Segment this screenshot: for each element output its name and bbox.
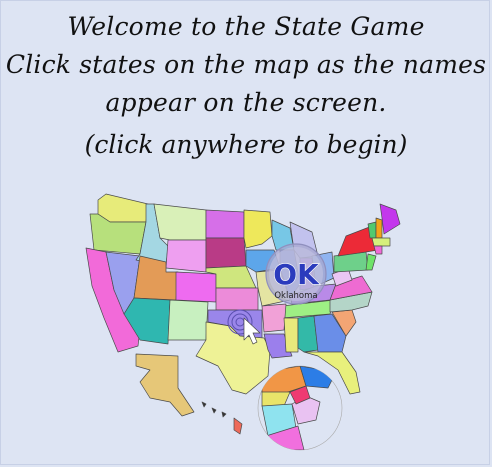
state-massachusetts[interactable] — [371, 237, 391, 247]
state-washington[interactable] — [97, 193, 149, 223]
us-map[interactable]: OK Oklahoma — [0, 0, 492, 467]
state-connecticut[interactable] — [373, 245, 383, 255]
state-new-mexico[interactable] — [167, 299, 209, 341]
state-new-jersey[interactable] — [365, 253, 377, 271]
state-maine[interactable] — [379, 203, 401, 235]
state-wyoming[interactable] — [165, 239, 207, 273]
state-hawaii-2[interactable] — [211, 407, 217, 414]
state-minnesota[interactable] — [243, 209, 273, 249]
state-alaska[interactable] — [135, 353, 195, 417]
state-new-hampshire[interactable] — [375, 217, 383, 239]
state-hawaii-3[interactable] — [221, 411, 227, 418]
state-kansas[interactable] — [215, 287, 259, 311]
state-colorado[interactable] — [175, 271, 217, 303]
state-south-dakota[interactable] — [205, 237, 247, 269]
northeast-inset[interactable] — [257, 365, 343, 451]
badge-state-name: Oklahoma — [274, 291, 317, 301]
state-north-dakota[interactable] — [205, 209, 245, 239]
state-montana[interactable] — [153, 203, 207, 241]
badge-abbr: OK — [273, 258, 320, 291]
state-arkansas[interactable] — [261, 303, 287, 333]
state-hawaii-1[interactable] — [201, 401, 207, 408]
state-mississippi[interactable] — [283, 317, 299, 353]
state-badge: OK Oklahoma — [265, 243, 327, 305]
state-hawaii-4[interactable] — [233, 417, 243, 435]
